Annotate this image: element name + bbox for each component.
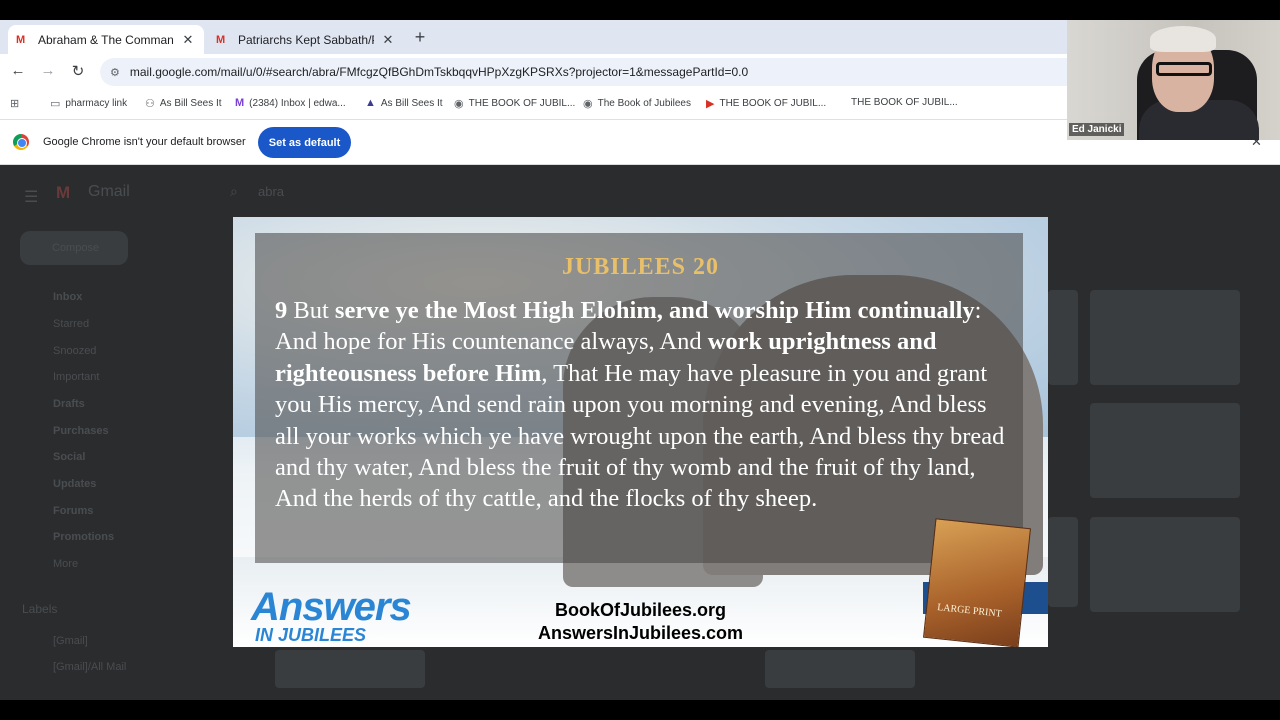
tab-abraham[interactable]: M Abraham & The Commandmen ✕ bbox=[8, 25, 204, 54]
tab-patriarchs[interactable]: M Patriarchs Kept Sabbath/Part 2 ✕ bbox=[208, 25, 404, 54]
tab-title: Patriarchs Kept Sabbath/Part 2 bbox=[238, 32, 374, 47]
search-icon: ⌕ bbox=[230, 183, 238, 199]
globe-icon: ◉ bbox=[583, 98, 593, 110]
gmail-app-name: Gmail bbox=[88, 183, 130, 200]
search-input[interactable]: abra bbox=[258, 184, 284, 199]
folder-icon: ▭ bbox=[50, 98, 61, 110]
forward-button[interactable]: → bbox=[38, 62, 58, 79]
gmail-icon: M bbox=[16, 33, 26, 46]
slide-verse: 9 But serve ye the Most High Elohim, and… bbox=[275, 295, 1015, 515]
bookmark-book-of-jubilees-2[interactable]: ◉ The Book of Jubilees bbox=[583, 97, 691, 110]
sidebar-item-more[interactable]: More bbox=[53, 558, 78, 570]
attachment-thumbnail[interactable] bbox=[1048, 290, 1078, 385]
bookmark-book-of-jubilees-1[interactable]: ◉ THE BOOK OF JUBIL... bbox=[454, 97, 575, 110]
navigation-bar: ← → ↻ ⚙ mail.google.com/mail/u/0/#search… bbox=[0, 54, 1067, 90]
site-settings-icon[interactable]: ⚙ bbox=[110, 66, 120, 79]
attachment-thumbnail[interactable] bbox=[1090, 403, 1240, 498]
attachment-thumbnail[interactable] bbox=[275, 650, 425, 688]
globe-icon: ◉ bbox=[454, 98, 464, 110]
chrome-logo-icon bbox=[13, 134, 29, 150]
people-icon: ⚇ bbox=[145, 98, 155, 110]
mail-icon: M bbox=[235, 97, 245, 109]
participant-name: Ed Janicki bbox=[1069, 123, 1125, 136]
reload-button[interactable]: ↻ bbox=[68, 62, 88, 80]
verse-segment-bold: serve ye the Most High Elohim, and worsh… bbox=[334, 297, 975, 324]
sidebar-item-important[interactable]: Important bbox=[53, 371, 99, 383]
verse-number: 9 bbox=[275, 297, 288, 324]
label-gmail-all-mail[interactable]: [Gmail]/All Mail bbox=[53, 661, 126, 673]
sidebar-item-purchases[interactable]: Purchases bbox=[53, 425, 109, 437]
sidebar-item-drafts[interactable]: Drafts bbox=[53, 398, 85, 410]
bookmark-book-of-jubilees-4[interactable]: THE BOOK OF JUBIL... bbox=[851, 97, 958, 108]
url-text: mail.google.com/mail/u/0/#search/abra/FM… bbox=[129, 65, 749, 79]
apps-icon[interactable]: ⊞ bbox=[10, 97, 24, 110]
new-tab-button[interactable]: + bbox=[410, 27, 430, 48]
play-icon: ▶ bbox=[706, 98, 715, 110]
sidebar-item-promotions[interactable]: Promotions bbox=[53, 531, 114, 543]
bookmark-book-of-jubilees-3[interactable]: ▶ THE BOOK OF JUBIL... bbox=[706, 97, 826, 110]
close-icon[interactable]: ✕ bbox=[380, 32, 396, 48]
screen-bottom-bar bbox=[0, 700, 1280, 720]
webcam-video-feed: Ed Janicki bbox=[1067, 20, 1280, 140]
tab-strip: M Abraham & The Commandmen ✕ M Patriarch… bbox=[0, 20, 1067, 54]
attachment-thumbnail[interactable] bbox=[1090, 290, 1240, 385]
bookmark-pharmacy-link[interactable]: ▭ pharmacy link bbox=[50, 97, 127, 110]
sidebar-item-social[interactable]: Social bbox=[53, 451, 85, 463]
tab-title: Abraham & The Commandmen bbox=[38, 32, 174, 47]
label-gmail[interactable]: [Gmail] bbox=[53, 635, 88, 647]
labels-heading: Labels bbox=[22, 602, 58, 616]
screen-top-bar bbox=[0, 0, 1280, 20]
bookmark-inbox[interactable]: M (2384) Inbox | edwa... bbox=[235, 97, 346, 109]
close-icon[interactable]: ✕ bbox=[180, 32, 196, 48]
sidebar-item-snoozed[interactable]: Snoozed bbox=[53, 345, 96, 357]
attachment-thumbnail[interactable] bbox=[1048, 517, 1078, 607]
projected-slide-image: JUBILEES 20 9 But serve ye the Most High… bbox=[233, 217, 1048, 647]
slide-heading: JUBILEES 20 bbox=[561, 254, 720, 280]
triangle-icon: ▲ bbox=[365, 97, 376, 109]
sidebar-item-starred[interactable]: Starred bbox=[53, 318, 89, 330]
gmail-icon: M bbox=[216, 33, 226, 46]
compose-label: Compose bbox=[52, 242, 100, 254]
gmail-logo-icon: M bbox=[56, 183, 71, 202]
address-bar[interactable]: ⚙ mail.google.com/mail/u/0/#search/abra/… bbox=[100, 58, 1067, 86]
attachment-thumbnail[interactable] bbox=[765, 650, 915, 688]
set-as-default-button[interactable]: Set as default bbox=[258, 127, 351, 158]
bookmark-as-bill-sees-it[interactable]: ⚇ As Bill Sees It bbox=[145, 97, 222, 110]
notice-message: Google Chrome isn't your default browser bbox=[43, 136, 246, 148]
attachment-thumbnail[interactable] bbox=[1090, 517, 1240, 612]
browser-chrome: M Abraham & The Commandmen ✕ M Patriarch… bbox=[0, 20, 1067, 120]
bookmarks-bar: ⊞ ▭ pharmacy link ⚇ As Bill Sees It M (2384… bbox=[0, 90, 1067, 120]
sidebar-item-updates[interactable]: Updates bbox=[53, 478, 96, 490]
slide-url-2: AnswersInJubilees.com bbox=[537, 623, 744, 643]
slide-url-1: BookOfJubilees.org bbox=[554, 600, 727, 620]
bookmark-as-bill-sees-it-2[interactable]: ▲ As Bill Sees It bbox=[365, 97, 443, 109]
sidebar-item-inbox[interactable]: Inbox bbox=[53, 291, 82, 303]
menu-icon: ☰ bbox=[24, 189, 39, 206]
sidebar-item-forums[interactable]: Forums bbox=[53, 505, 93, 517]
back-button[interactable]: ← bbox=[8, 62, 28, 79]
verse-segment: But bbox=[287, 297, 335, 324]
